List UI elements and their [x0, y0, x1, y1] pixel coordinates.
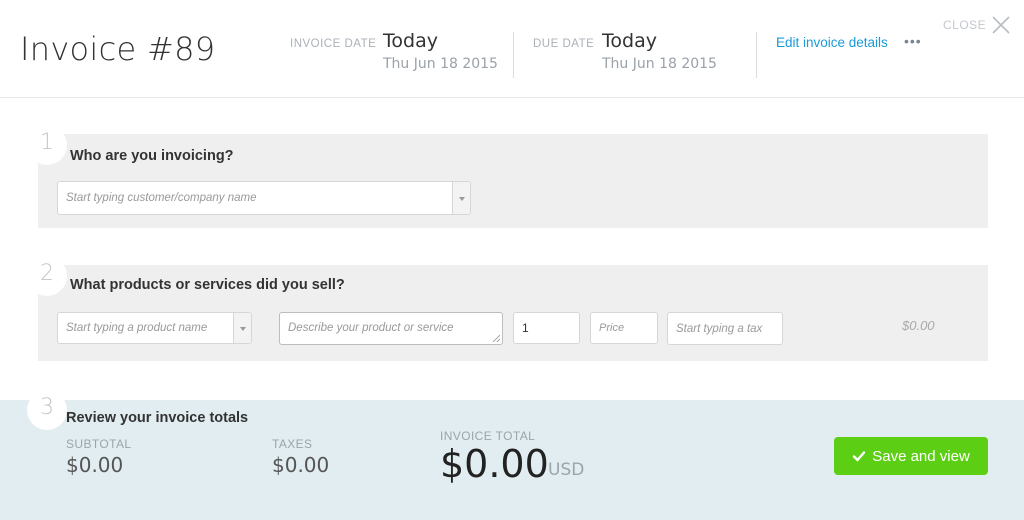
invoice-total-value: $0.00 — [440, 442, 549, 486]
step-2-number: 2 — [27, 256, 67, 296]
save-and-view-button[interactable]: Save and view — [834, 437, 988, 475]
customer-placeholder: Start typing customer/company name — [66, 192, 257, 204]
step-1-title: Who are you invoicing? — [70, 148, 234, 164]
more-dots-icon[interactable]: ••• — [904, 33, 922, 49]
invoice-date-label: INVOICE DATE — [290, 38, 377, 50]
subtotal-value: $0.00 — [66, 453, 124, 477]
page-title: Invoice #89 — [20, 30, 216, 68]
step-3-number: 3 — [27, 390, 67, 430]
invoice-header: Invoice #89 INVOICE DATE Today Thu Jun 1… — [0, 0, 1024, 98]
due-date-label: DUE DATE — [533, 38, 595, 50]
due-date-value[interactable]: Today — [602, 30, 657, 52]
chevron-down-icon[interactable] — [233, 313, 251, 343]
save-and-view-label: Save and view — [872, 447, 970, 465]
step-2-section: What products or services did you sell? … — [38, 265, 988, 361]
header-divider — [756, 32, 757, 78]
currency-code: USD — [548, 460, 585, 480]
product-placeholder: Start typing a product name — [66, 322, 208, 334]
customer-select[interactable]: Start typing customer/company name — [57, 181, 471, 215]
price-input[interactable]: Price — [590, 312, 658, 344]
taxes-value: $0.00 — [272, 453, 330, 477]
tax-input[interactable]: Start typing a tax — [667, 312, 783, 345]
subtotal-label: SUBTOTAL — [66, 437, 132, 451]
taxes-label: TAXES — [272, 437, 313, 451]
step-2-title: What products or services did you sell? — [70, 277, 345, 293]
step-1-section: Who are you invoicing? Start typing cust… — [38, 134, 988, 228]
invoice-date-full: Thu Jun 18 2015 — [383, 56, 498, 72]
close-icon[interactable] — [991, 15, 1011, 35]
quantity-input[interactable]: 1 — [513, 312, 580, 344]
resize-grip-icon[interactable] — [493, 335, 500, 342]
step-3-title: Review your invoice totals — [66, 410, 249, 426]
step-1-number: 1 — [27, 125, 67, 165]
invoice-total-label: INVOICE TOTAL — [440, 429, 536, 443]
header-divider — [513, 32, 514, 78]
totals-section: Review your invoice totals SUBTOTAL $0.0… — [0, 400, 1024, 520]
check-icon — [853, 451, 866, 462]
edit-invoice-details-link[interactable]: Edit invoice details — [776, 35, 888, 50]
line-amount: $0.00 — [902, 318, 935, 333]
chevron-down-icon[interactable] — [452, 182, 470, 214]
description-placeholder: Describe your product or service — [288, 322, 454, 334]
price-placeholder: Price — [599, 322, 625, 334]
invoice-date-value[interactable]: Today — [383, 30, 438, 52]
description-textarea[interactable]: Describe your product or service — [279, 312, 503, 345]
close-label[interactable]: CLOSE — [943, 18, 986, 32]
due-date-full: Thu Jun 18 2015 — [602, 56, 717, 72]
tax-placeholder: Start typing a tax — [676, 323, 763, 335]
product-select[interactable]: Start typing a product name — [57, 312, 252, 344]
